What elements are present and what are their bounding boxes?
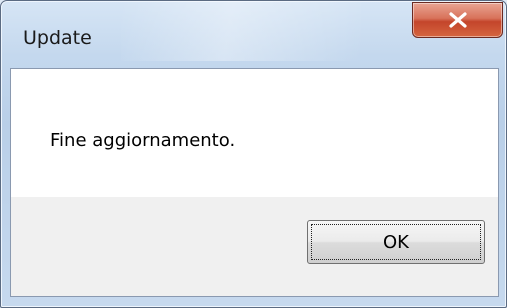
message-text: Fine aggiornamento. xyxy=(50,130,236,151)
ok-button[interactable]: OK xyxy=(307,220,485,264)
close-button[interactable] xyxy=(412,2,503,38)
dialog-window: Update Fine aggiornamento. OK xyxy=(0,0,507,308)
message-area: Fine aggiornamento. xyxy=(11,69,498,197)
dialog-client-area: Fine aggiornamento. OK xyxy=(10,68,499,297)
ok-button-label: OK xyxy=(383,231,409,253)
title-bar-glass xyxy=(121,1,361,61)
close-icon xyxy=(448,12,468,28)
window-title: Update xyxy=(23,27,92,49)
